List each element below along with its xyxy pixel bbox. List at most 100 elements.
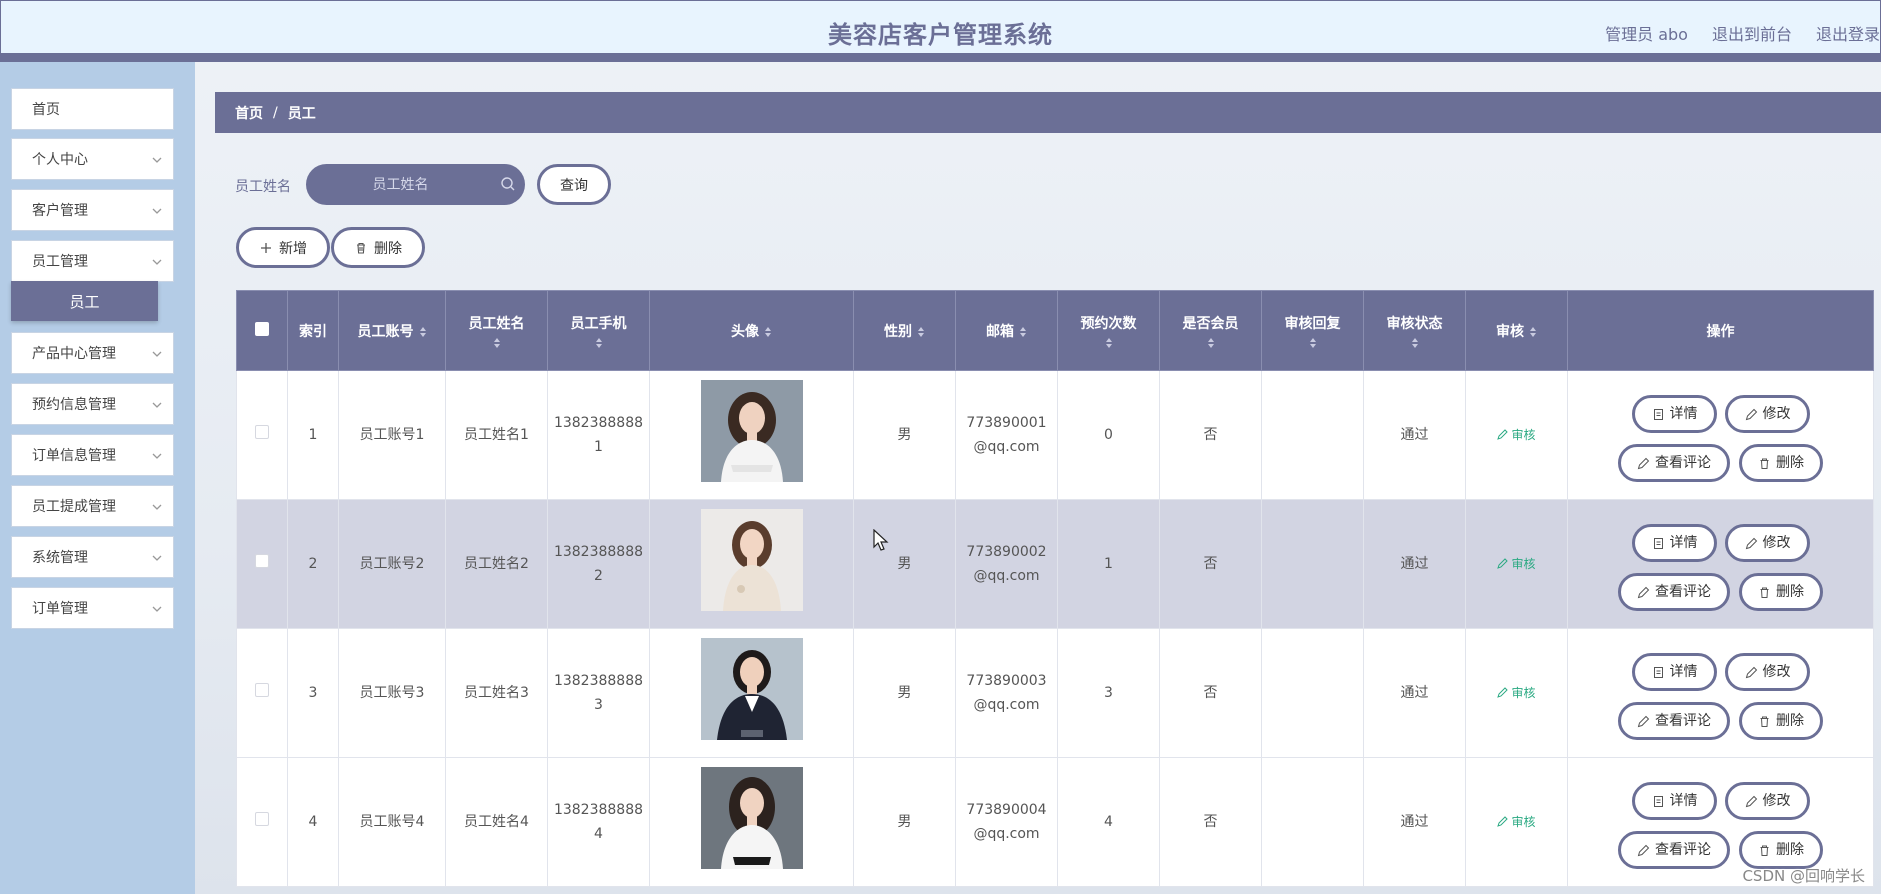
sort-icon[interactable] xyxy=(493,337,501,349)
header-label: 是否会员 xyxy=(1182,315,1239,332)
header-avatar[interactable]: 头像 xyxy=(649,290,854,371)
view-comments-button[interactable]: 查看评论 xyxy=(1618,444,1730,482)
sidebar-item-personal-center[interactable]: 个人中心 xyxy=(11,138,174,180)
header-member[interactable]: 是否会员 xyxy=(1159,290,1262,371)
sidebar-item-label: 个人中心 xyxy=(32,152,88,168)
cell-member: 否 xyxy=(1159,628,1262,758)
avatar[interactable] xyxy=(700,509,803,611)
sidebar-subitem-employee[interactable]: 员工 xyxy=(11,281,158,321)
query-button[interactable]: 查询 xyxy=(537,164,611,205)
sort-icon[interactable] xyxy=(1207,337,1215,349)
breadcrumb-home[interactable]: 首页 xyxy=(235,103,263,123)
cell-review: 审核 xyxy=(1465,628,1568,758)
sidebar-item-employee-management[interactable]: 员工管理 xyxy=(11,240,174,282)
view-comments-button[interactable]: 查看评论 xyxy=(1618,831,1730,869)
header-review[interactable]: 审核 xyxy=(1465,290,1568,371)
header-appointments[interactable]: 预约次数 xyxy=(1057,290,1160,371)
cell-index: 1 xyxy=(287,370,339,500)
sidebar-item-label: 首页 xyxy=(32,102,60,118)
header-select-all[interactable] xyxy=(236,290,288,371)
batch-delete-button[interactable]: 删除 xyxy=(331,227,425,268)
watermark: CSDN @回响学长 xyxy=(1742,867,1865,885)
detail-label: 详情 xyxy=(1669,535,1698,551)
delete-label: 删除 xyxy=(1776,713,1804,729)
header-email[interactable]: 邮箱 xyxy=(955,290,1058,371)
sidebar-item-system[interactable]: 系统管理 xyxy=(11,536,174,578)
header-label: 操作 xyxy=(1706,323,1735,340)
cell-email: 773890004@qq.com xyxy=(955,757,1058,887)
row-checkbox[interactable] xyxy=(255,554,269,568)
chevron-down-icon xyxy=(152,453,162,459)
cell-appointments: 1 xyxy=(1057,499,1160,629)
header-name[interactable]: 员工姓名 xyxy=(445,290,548,371)
header-review-reply[interactable]: 审核回复 xyxy=(1261,290,1364,371)
search-input[interactable] xyxy=(306,164,525,205)
row-checkbox[interactable] xyxy=(255,425,269,439)
view-comments-button[interactable]: 查看评论 xyxy=(1618,573,1730,611)
header-phone[interactable]: 员工手机 xyxy=(547,290,650,371)
pencil-icon xyxy=(1637,844,1650,856)
top-header: 美容店客户管理系统 管理员 abo 退出到前台 退出登录 xyxy=(0,0,1881,62)
chevron-down-icon xyxy=(152,504,162,510)
header-account[interactable]: 员工账号 xyxy=(338,290,446,371)
header-review-status[interactable]: 审核状态 xyxy=(1363,290,1466,371)
sort-icon[interactable] xyxy=(1411,337,1419,349)
edit-button[interactable]: 修改 xyxy=(1725,782,1810,820)
sidebar-item-product-center[interactable]: 产品中心管理 xyxy=(11,332,174,374)
sort-icon[interactable] xyxy=(1019,326,1027,338)
delete-button[interactable]: 删除 xyxy=(1739,831,1823,869)
sort-icon[interactable] xyxy=(917,326,925,338)
delete-button[interactable]: 删除 xyxy=(1739,573,1823,611)
logout-link[interactable]: 退出登录 xyxy=(1816,21,1880,45)
cell-review-status: 通过 xyxy=(1363,499,1466,629)
mouse-cursor-icon xyxy=(873,529,889,551)
edit-button[interactable]: 修改 xyxy=(1725,395,1810,433)
sort-icon[interactable] xyxy=(1529,326,1537,338)
sort-icon[interactable] xyxy=(1105,337,1113,349)
avatar[interactable] xyxy=(700,638,803,740)
edit-button[interactable]: 修改 xyxy=(1725,653,1810,691)
sidebar-item-appointment-info[interactable]: 预约信息管理 xyxy=(11,383,174,425)
sidebar-item-home[interactable]: 首页 xyxy=(11,88,174,130)
row-checkbox[interactable] xyxy=(255,683,269,697)
review-link[interactable]: 审核 xyxy=(1497,686,1536,700)
review-link-label: 审核 xyxy=(1511,815,1536,829)
detail-button[interactable]: 详情 xyxy=(1632,653,1717,691)
edit-label: 修改 xyxy=(1762,664,1791,680)
sidebar-item-order-info[interactable]: 订单信息管理 xyxy=(11,434,174,476)
row-checkbox[interactable] xyxy=(255,812,269,826)
sidebar-item-customer-management[interactable]: 客户管理 xyxy=(11,189,174,231)
sidebar-item-label: 客户管理 xyxy=(32,203,88,219)
document-icon xyxy=(1653,408,1663,420)
avatar[interactable] xyxy=(700,380,803,482)
sidebar-item-label: 员工管理 xyxy=(32,254,88,270)
delete-button[interactable]: 删除 xyxy=(1739,702,1823,740)
view-comments-button[interactable]: 查看评论 xyxy=(1618,702,1730,740)
sidebar-item-order-management[interactable]: 订单管理 xyxy=(11,587,174,629)
detail-button[interactable]: 详情 xyxy=(1632,782,1717,820)
detail-button[interactable]: 详情 xyxy=(1632,395,1717,433)
delete-button[interactable]: 删除 xyxy=(1739,444,1823,482)
document-icon xyxy=(1653,666,1663,678)
sort-icon[interactable] xyxy=(764,326,772,338)
header-label: 审核状态 xyxy=(1386,315,1443,332)
cell-avatar xyxy=(649,499,854,629)
sort-icon[interactable] xyxy=(419,326,427,338)
sort-icon[interactable] xyxy=(1309,337,1317,349)
avatar[interactable] xyxy=(700,767,803,869)
sort-icon[interactable] xyxy=(595,337,603,349)
plus-icon xyxy=(261,242,271,253)
edit-button[interactable]: 修改 xyxy=(1725,524,1810,562)
detail-button[interactable]: 详情 xyxy=(1632,524,1717,562)
review-link[interactable]: 审核 xyxy=(1497,815,1536,829)
sidebar-item-commission[interactable]: 员工提成管理 xyxy=(11,485,174,527)
header-gender[interactable]: 性别 xyxy=(853,290,956,371)
review-link[interactable]: 审核 xyxy=(1497,557,1536,571)
detail-label: 详情 xyxy=(1669,406,1698,422)
chevron-down-icon xyxy=(152,208,162,214)
add-button[interactable]: 新增 xyxy=(236,227,330,268)
exit-front-link[interactable]: 退出到前台 xyxy=(1712,21,1792,45)
select-all-checkbox[interactable] xyxy=(255,321,269,336)
header-label: 性别 xyxy=(884,323,912,340)
review-link[interactable]: 审核 xyxy=(1497,428,1536,442)
